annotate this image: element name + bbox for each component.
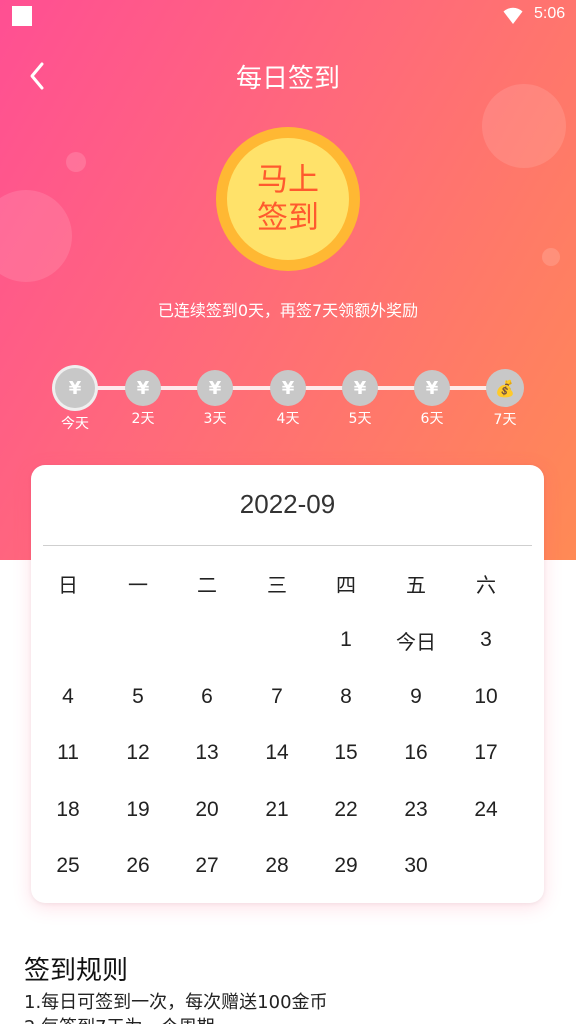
weekday-header: 六 [476,572,496,597]
yuan-coin-icon: ¥ [125,370,161,406]
calendar-day: 3 [480,628,492,651]
weekday-header: 一 [128,572,148,597]
yuan-coin-icon: ¥ [342,370,378,406]
calendar-day: 16 [404,741,428,764]
status-bar: 5:06 [0,0,576,32]
sign-in-button-face: 马上 签到 [227,138,349,260]
calendar-day-today: 今日 [396,629,436,654]
reward-day-label: 2天 [131,411,155,427]
calendar-day: 18 [56,797,80,821]
calendar-day: 25 [56,854,80,877]
calendar-day: 30 [404,854,428,877]
calendar-day: 7 [271,684,283,708]
calendar-day: 10 [474,684,498,708]
calendar-day: 6 [201,684,213,708]
reward-day-label: 7天 [493,412,517,428]
streak-text: 已连续签到0天，再签7天领额外奖励 [157,301,419,320]
yuan-coin-icon: ¥ [197,370,233,406]
calendar-day: 4 [62,684,74,708]
reward-day-7: 💰 7天 [475,369,535,429]
calendar-day: 13 [195,741,219,764]
calendar-day: 20 [195,797,219,821]
calendar-day: 12 [126,741,150,764]
reward-day-2: ¥2天 [113,370,173,428]
rules-title: 签到规则 [24,956,129,986]
weekday-header: 二 [197,572,217,597]
decorative-bubble [542,248,560,266]
rule-line: 1.每日可签到一次，每次赠送100金币 [24,992,328,1013]
calendar-day: 17 [474,741,498,764]
calendar-day: 28 [265,854,289,877]
yuan-coin-icon: ¥ [52,365,98,411]
rule-line: 2.每签到7天为一个周期 [24,1013,215,1024]
calendar-day: 11 [57,741,79,764]
decorative-bubble [482,84,566,168]
weekday-header: 日 [58,572,78,597]
reward-day-6: ¥6天 [402,370,462,428]
calendar-day: 5 [132,684,144,708]
reward-day-1: ¥ 今天 [45,365,105,433]
calendar-day: 23 [404,797,428,821]
yuan-coin-icon: ¥ [270,370,306,406]
calendar-day: 29 [334,854,358,877]
calendar-card: 2022-09 日 一 二 三 四 五 六 1 今日 3 4 5 6 7 8 9 10 11 12 13 14 15 16 1… [31,465,544,903]
status-time: 5:06 [534,5,566,22]
reward-day-label: 4天 [276,411,300,427]
calendar-day: 27 [195,854,219,877]
sign-in-label-line1: 马上 [257,162,319,198]
decorative-bubble [66,152,86,172]
weekday-header: 五 [406,572,426,597]
weekday-header: 四 [336,572,356,597]
yuan-coin-icon: ¥ [414,370,450,406]
calendar-day: 26 [126,854,150,877]
calendar-day: 22 [334,797,358,821]
decorative-bubble [0,190,72,282]
calendar-day: 9 [410,684,422,708]
calendar-day: 14 [265,741,289,764]
wifi-icon [503,7,523,24]
calendar-month: 2022-09 [239,489,336,519]
weekday-header: 三 [267,572,287,597]
calendar-day: 8 [340,684,352,708]
reward-day-5: ¥5天 [330,370,390,428]
notification-icon [12,6,32,26]
reward-day-3: ¥3天 [185,370,245,428]
reward-day-label: 6天 [420,411,444,427]
divider [43,545,532,546]
reward-day-label: 3天 [203,411,227,427]
sign-in-button[interactable]: 马上 签到 [216,127,360,271]
money-bag-icon: 💰 [486,369,524,407]
page-title: 每日签到 [235,64,340,94]
calendar-day: 24 [474,797,498,821]
calendar-day: 1 [340,628,352,651]
sign-in-label-line2: 签到 [257,200,319,236]
reward-day-label: 5天 [348,411,372,427]
reward-day-label: 今天 [61,416,89,432]
calendar-day: 21 [265,797,289,821]
calendar-day: 15 [334,741,358,764]
calendar-day: 19 [126,797,150,821]
reward-day-4: ¥4天 [258,370,318,428]
